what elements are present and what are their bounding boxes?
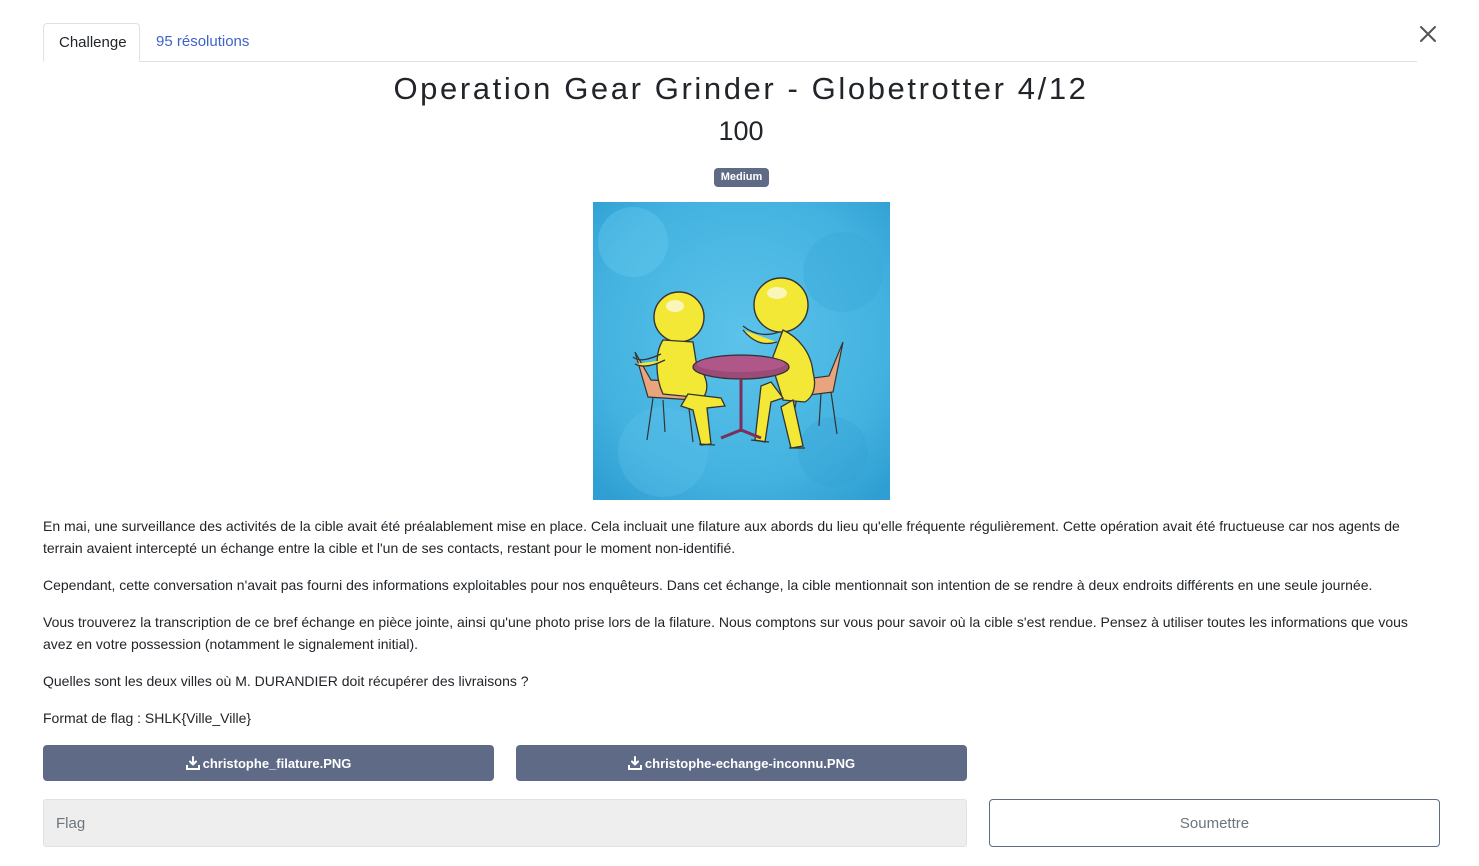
description-paragraph: Cependant, cette conversation n'avait pa…	[43, 577, 1373, 593]
download-label: christophe-echange-inconnu.PNG	[644, 755, 856, 771]
close-icon	[1420, 26, 1436, 42]
tab-resolutions[interactable]: 95 résolutions	[141, 23, 264, 61]
tab-challenge[interactable]: Challenge	[43, 23, 140, 62]
flag-format-text: Format de flag : SHLK{Ville_Ville}	[43, 710, 252, 726]
description-paragraph: Quelles sont les deux villes où M. DURAN…	[43, 673, 529, 689]
download-label: christophe_filature.PNG	[202, 755, 352, 771]
download-button-echange[interactable]: christophe-echange-inconnu.PNG	[516, 745, 967, 781]
challenge-title: Operation Gear Grinder - Globetrotter 4/…	[393, 71, 1089, 106]
download-icon	[185, 756, 200, 770]
description-paragraph: Vous trouverez la transcription de ce br…	[43, 614, 1408, 652]
challenge-points: 100	[718, 116, 764, 146]
close-button[interactable]	[1416, 22, 1440, 46]
challenge-illustration	[593, 202, 890, 500]
download-icon	[627, 756, 642, 770]
flag-input[interactable]	[43, 799, 967, 847]
description-paragraph: En mai, une surveillance des activités d…	[43, 518, 1400, 556]
difficulty-badge: Medium	[714, 168, 769, 187]
submit-button[interactable]: Soumettre	[989, 799, 1440, 847]
download-button-filature[interactable]: christophe_filature.PNG	[43, 745, 494, 781]
challenge-modal: Challenge 95 résolutions Operation Gear …	[0, 0, 1479, 866]
challenge-tabs: Challenge 95 résolutions	[43, 23, 1417, 62]
challenge-description: En mai, une surveillance des activités d…	[43, 515, 1433, 744]
